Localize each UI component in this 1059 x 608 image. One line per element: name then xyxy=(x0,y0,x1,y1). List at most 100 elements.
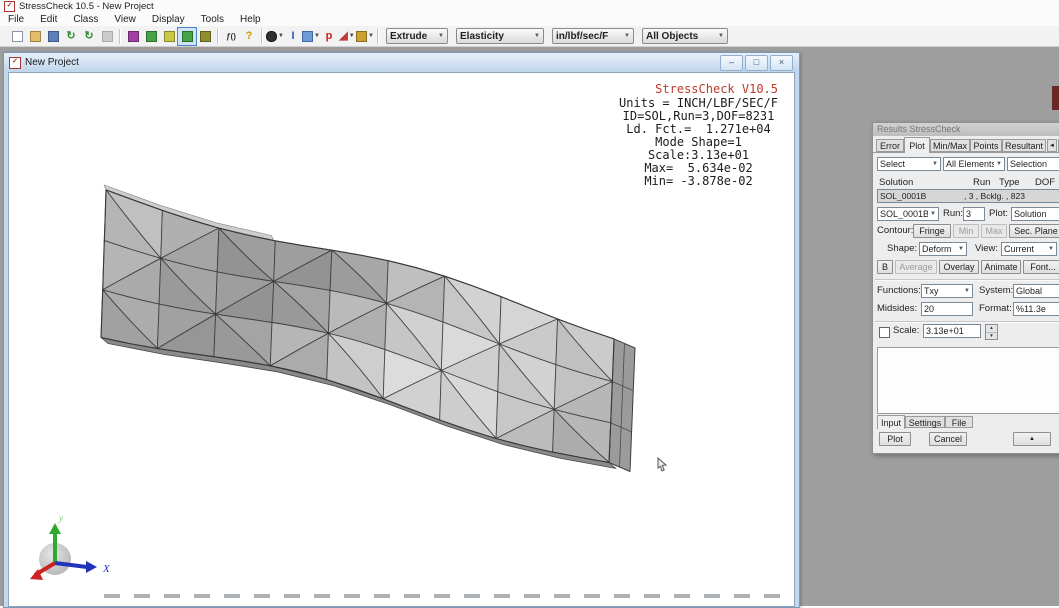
menu-file[interactable]: File xyxy=(0,13,32,26)
functions-label: Functions: xyxy=(877,284,921,298)
beam-section-icon[interactable]: I xyxy=(284,28,302,45)
assembly-tool-icon-glyph xyxy=(356,31,367,42)
tab-resultant[interactable]: Resultant xyxy=(1002,139,1046,152)
scale-spinner[interactable]: ▲ ▼ xyxy=(985,324,998,340)
shape-select[interactable]: Deform ▼ xyxy=(919,242,967,256)
solution-name-select[interactable]: SOL_0001B ▼ xyxy=(877,207,939,221)
tab-points[interactable]: Points xyxy=(970,139,1002,152)
new-file-icon-glyph xyxy=(12,31,23,42)
update-all-icon[interactable]: ↻ xyxy=(80,28,98,45)
points-tool-icon[interactable]: p xyxy=(320,28,338,45)
restore-button[interactable]: □ xyxy=(745,55,768,71)
max-button[interactable]: Max xyxy=(981,224,1007,238)
plot-type-select[interactable]: Solution ▼ xyxy=(1011,207,1059,221)
midsides-input[interactable]: 20 xyxy=(921,302,973,316)
scale-input[interactable]: 3.13e+01 xyxy=(923,324,981,338)
spinner-down-icon[interactable]: ▼ xyxy=(986,333,997,340)
units-select[interactable]: in/lbf/sec/F▼ xyxy=(552,28,634,44)
box-primitive-icon-glyph xyxy=(302,31,313,42)
run-input[interactable]: 3 xyxy=(963,207,985,221)
contour-label: Contour: xyxy=(877,224,913,238)
model-cube-icon[interactable] xyxy=(124,28,142,45)
close-button[interactable]: × xyxy=(770,55,793,71)
format-input[interactable]: %11.3e xyxy=(1013,302,1059,316)
font-button[interactable]: Font... xyxy=(1023,260,1059,274)
cancel-button[interactable]: Cancel xyxy=(929,432,967,446)
menu-tools[interactable]: Tools xyxy=(193,13,232,26)
open-file-icon-glyph xyxy=(30,31,41,42)
format-label: Format: xyxy=(979,302,1012,316)
view-select[interactable]: Current ▼ xyxy=(1001,242,1057,256)
tab-minmax[interactable]: Min/Max xyxy=(930,139,970,152)
spinner-up-icon[interactable]: ▲ xyxy=(986,325,997,333)
box-primitive-icon[interactable]: ▼ xyxy=(302,28,320,45)
y-axis-label: y xyxy=(58,513,63,523)
load-cube-icon-glyph xyxy=(164,31,175,42)
method-select[interactable]: Select ▼ xyxy=(877,157,941,171)
help-icon[interactable]: ? xyxy=(240,28,258,45)
solve-cube-icon[interactable] xyxy=(178,28,196,45)
mesh-cube-icon-glyph xyxy=(146,31,157,42)
model-viewport[interactable]: StressCheck V10.5 Units = INCH/LBF/SEC/F… xyxy=(8,72,795,607)
plane-tool-icon[interactable]: ◢▼ xyxy=(338,28,356,45)
tab-plot[interactable]: Plot xyxy=(904,137,930,153)
fringe-button[interactable]: Fringe xyxy=(913,224,951,238)
min-button[interactable]: Min xyxy=(953,224,979,238)
sec-plane-button[interactable]: Sec. Plane xyxy=(1009,224,1059,238)
solid-primitive-icon-glyph xyxy=(266,31,277,42)
menu-view[interactable]: View xyxy=(106,13,144,26)
scope-select[interactable]: All Elements ▼ xyxy=(943,157,1005,171)
b-button[interactable]: B xyxy=(877,260,893,274)
object-filter-select[interactable]: All Objects▼ xyxy=(642,28,728,44)
function-tool-icon[interactable]: ƒ() xyxy=(222,28,240,45)
overlay-button[interactable]: Overlay xyxy=(939,260,979,274)
tab-scroll-left-icon[interactable]: ◄ xyxy=(1047,139,1057,152)
animate-button[interactable]: Animate xyxy=(981,260,1021,274)
extrude-select[interactable]: Extrude▼ xyxy=(386,28,448,44)
average-button[interactable]: Average xyxy=(895,260,937,274)
menu-edit[interactable]: Edit xyxy=(32,13,65,26)
document-window: ✓ New Project – □ × StressCheck V10.5 Un… xyxy=(3,52,800,608)
update-model-icon[interactable]: ↻ xyxy=(62,28,80,45)
toolbar-separator xyxy=(217,29,219,44)
functions-select[interactable]: Txy ▼ xyxy=(921,284,973,298)
bottom-tab-input[interactable]: Input xyxy=(877,415,905,429)
background-window-fragment xyxy=(1052,86,1059,110)
toolbar-separator xyxy=(119,29,121,44)
run-header: Run xyxy=(973,176,990,190)
units-select-value: in/lbf/sec/F xyxy=(556,31,608,42)
menu-display[interactable]: Display xyxy=(144,13,193,26)
save-icon[interactable] xyxy=(44,28,62,45)
watermark-text: StressCheck V10.5 xyxy=(655,82,778,96)
menu-class[interactable]: Class xyxy=(65,13,106,26)
divider xyxy=(875,279,1059,281)
solution-summary-row[interactable]: SOL_0001B , 3 , Bcklg. , 823 ▼ xyxy=(877,189,1059,203)
bottom-tab-settings[interactable]: Settings xyxy=(905,416,945,428)
mesh-cube-icon[interactable] xyxy=(142,28,160,45)
assembly-tool-icon[interactable]: ▼ xyxy=(356,28,374,45)
load-cube-icon[interactable] xyxy=(160,28,178,45)
minimize-button[interactable]: – xyxy=(720,55,743,71)
analysis-type-select[interactable]: Elasticity▼ xyxy=(456,28,544,44)
system-select[interactable]: Global ▼ xyxy=(1013,284,1059,298)
new-file-icon[interactable] xyxy=(8,28,26,45)
collapse-button[interactable]: ▲ xyxy=(1013,432,1051,446)
app-title: StressCheck 10.5 - New Project xyxy=(19,1,154,12)
scale-label: Scale: xyxy=(893,324,919,338)
open-file-icon[interactable] xyxy=(26,28,44,45)
solution-summary-name: SOL_0001B xyxy=(880,191,926,201)
menu-help[interactable]: Help xyxy=(232,13,269,26)
tab-error[interactable]: Error xyxy=(876,139,904,152)
doc-titlebar[interactable]: ✓ New Project – □ × xyxy=(4,53,799,72)
plot-button[interactable]: Plot xyxy=(879,432,911,446)
scale-checkbox[interactable] xyxy=(879,327,890,338)
results-dialog-titlebar[interactable]: Results StressCheck xyxy=(873,123,1059,136)
chevron-down-icon: ▼ xyxy=(438,33,444,39)
solid-primitive-icon[interactable]: ▼ xyxy=(266,28,284,45)
results-cube-icon[interactable] xyxy=(196,28,214,45)
snapshot-icon[interactable] xyxy=(98,28,116,45)
mode-select[interactable]: Selection ▼ xyxy=(1007,157,1059,171)
bottom-tab-file[interactable]: File xyxy=(945,416,973,428)
results-list-area[interactable] xyxy=(877,347,1059,414)
view-label: View: xyxy=(975,242,998,256)
